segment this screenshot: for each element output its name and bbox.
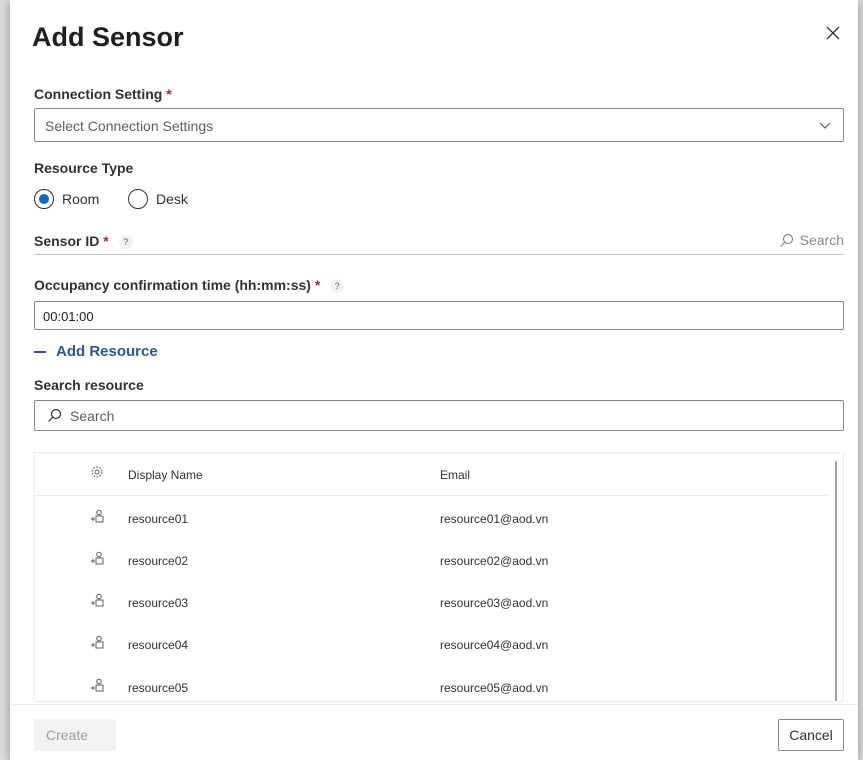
gear-icon[interactable] — [90, 465, 104, 479]
chevron-down-icon — [819, 122, 831, 129]
radio-selected-icon — [34, 189, 54, 209]
row-email: resource03@aod.vn — [440, 596, 549, 610]
close-icon[interactable] — [824, 24, 842, 42]
row-display-name: resource03 — [128, 596, 189, 610]
add-sensor-dialog: Add Sensor Connection Setting * Select C… — [10, 0, 858, 760]
resource-table: Display Name Email resource01 resource01… — [34, 452, 844, 702]
row-display-name: resource01 — [128, 512, 189, 526]
add-resource-toggle[interactable]: Add Resource — [34, 343, 158, 360]
create-button[interactable]: Create — [34, 719, 116, 751]
row-display-name: resource02 — [128, 554, 189, 568]
connection-setting-dropdown[interactable]: Select Connection Settings — [34, 108, 844, 142]
required-marker: * — [103, 233, 109, 249]
help-icon[interactable]: ? — [330, 279, 345, 294]
resource-icon — [91, 551, 104, 565]
table-row[interactable]: resource02 resource02@aod.vn — [35, 539, 827, 581]
collapse-icon — [34, 350, 46, 353]
table-row[interactable]: resource01 resource01@aod.vn — [35, 497, 827, 539]
row-email: resource04@aod.vn — [440, 638, 549, 652]
resource-type-label: Resource Type — [34, 160, 134, 176]
column-header-display-name[interactable]: Display Name — [128, 468, 203, 482]
dialog-footer: Create Cancel — [10, 704, 858, 760]
required-marker: * — [166, 86, 172, 102]
row-display-name: resource05 — [128, 681, 189, 695]
search-resource-label: Search resource — [34, 377, 144, 393]
row-email: resource01@aod.vn — [440, 512, 549, 526]
resource-icon — [91, 509, 104, 523]
table-header: Display Name Email — [35, 453, 827, 496]
table-row[interactable]: resource03 resource03@aod.vn — [35, 581, 827, 623]
row-email: resource05@aod.vn — [440, 681, 549, 695]
connection-setting-placeholder: Select Connection Settings — [45, 118, 214, 134]
search-resource-input[interactable]: Search — [34, 400, 844, 431]
connection-setting-label: Connection Setting * — [34, 86, 172, 102]
help-icon[interactable]: ? — [118, 235, 133, 250]
radio-desk[interactable]: Desk — [128, 189, 188, 209]
occupancy-time-input[interactable]: 00:01:00 — [34, 301, 844, 330]
resource-icon — [91, 635, 104, 649]
search-icon — [779, 233, 793, 247]
resource-icon — [91, 593, 104, 607]
search-icon — [48, 408, 62, 422]
occupancy-time-label: Occupancy confirmation time (hh:mm:ss) *… — [34, 277, 345, 294]
dialog-title: Add Sensor — [32, 22, 184, 52]
cancel-button[interactable]: Cancel — [778, 719, 844, 751]
row-email: resource02@aod.vn — [440, 554, 549, 568]
sensor-id-field[interactable] — [34, 254, 844, 255]
table-row[interactable]: resource04 resource04@aod.vn — [35, 623, 827, 665]
radio-unselected-icon — [128, 189, 148, 209]
column-header-email[interactable]: Email — [440, 468, 470, 482]
required-marker: * — [314, 277, 321, 293]
resource-icon — [91, 678, 104, 692]
sensor-search-button[interactable]: Search — [779, 232, 844, 248]
sensor-id-label: Sensor ID * ? — [34, 233, 133, 250]
row-display-name: resource04 — [128, 638, 189, 652]
table-scrollbar[interactable] — [835, 461, 837, 701]
radio-room[interactable]: Room — [34, 189, 99, 209]
table-row[interactable]: resource05 resource05@aod.vn — [35, 666, 827, 701]
